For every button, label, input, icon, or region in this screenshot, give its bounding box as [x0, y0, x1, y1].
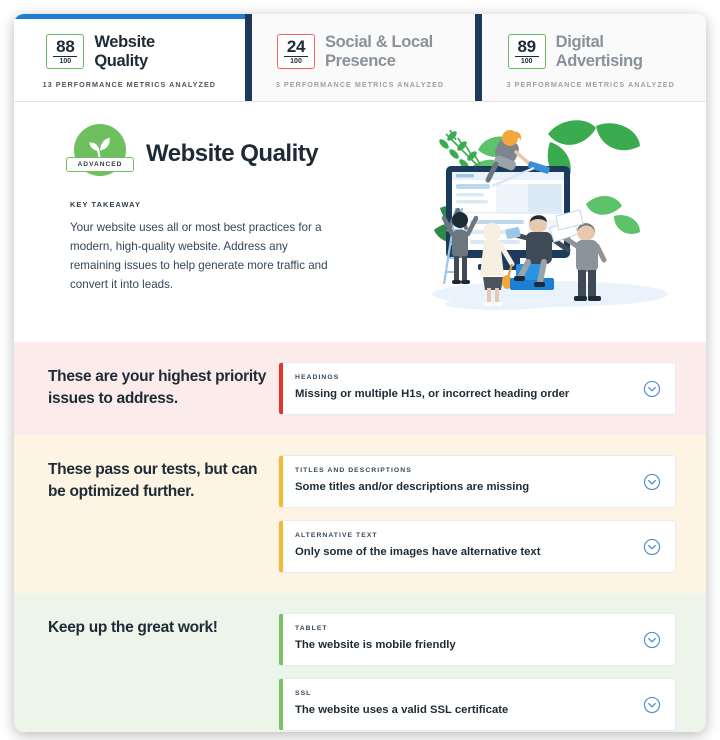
badge-label: ADVANCED [66, 157, 134, 172]
score-tab-bar: 88 100 Website Quality 13 PERFORMANCE ME… [14, 14, 706, 102]
issue-card[interactable]: HEADINGS Missing or multiple H1s, or inc… [278, 362, 676, 415]
issue-card[interactable]: SSL The website uses a valid SSL certifi… [278, 678, 676, 731]
score-divider [514, 55, 539, 58]
hero-left-column: ADVANCED Website Quality KEY TAKEAWAY Yo… [66, 124, 360, 342]
issue-card[interactable]: TITLES AND DESCRIPTIONS Some titles and/… [278, 455, 676, 508]
hero-illustration [432, 120, 668, 310]
severity-bar [279, 521, 283, 572]
issue-category: TITLES AND DESCRIPTIONS [295, 467, 412, 474]
section-card-list: TITLES AND DESCRIPTIONS Some titles and/… [278, 455, 676, 573]
section-can-be-optimized: These pass our tests, but can be optimiz… [14, 435, 706, 593]
chevron-down-circle-icon[interactable] [643, 473, 661, 491]
tab-subtitle: 3 PERFORMANCE METRICS ANALYZED [275, 79, 445, 89]
severity-bar [279, 614, 283, 665]
chevron-down-circle-icon[interactable] [643, 631, 661, 649]
issue-text: Missing or multiple H1s, or incorrect he… [295, 388, 570, 400]
score-denominator: 100 [59, 58, 72, 66]
score-denominator: 100 [290, 58, 302, 66]
active-tab-indicator [245, 14, 476, 19]
chevron-down-circle-icon[interactable] [643, 380, 661, 398]
tab-header: 24 100 Social & Local Presence [277, 33, 443, 71]
section-heading: These pass our tests, but can be optimiz… [48, 461, 258, 500]
issue-category: ALTERNATIVE TEXT [295, 532, 378, 539]
tab-subtitle: 3 PERFORMANCE METRICS ANALYZED [506, 79, 675, 89]
section-high-priority: These are your highest priority issues t… [14, 342, 706, 435]
tab-title: Digital Advertising [555, 32, 643, 70]
section-heading: Keep up the great work! [48, 619, 218, 636]
score-box: 89 100 [507, 33, 546, 70]
score-divider [53, 55, 78, 58]
issue-category: HEADINGS [295, 374, 340, 381]
hero-section: ADVANCED Website Quality KEY TAKEAWAY Yo… [14, 102, 706, 342]
page-title: Website Quality [146, 140, 319, 167]
tab-subtitle: 13 PERFORMANCE METRICS ANALYZED [42, 79, 217, 89]
tab-divider [244, 14, 252, 101]
severity-bar [279, 456, 283, 507]
score-divider [284, 55, 308, 58]
key-takeaway-body: Your website uses all or most best pract… [70, 221, 328, 291]
issue-card[interactable]: TABLET The website is mobile friendly [278, 613, 676, 666]
severity-bar [279, 679, 283, 730]
issue-text: Some titles and/or descriptions are miss… [295, 481, 530, 493]
advanced-badge: ADVANCED [66, 124, 134, 184]
issue-category: SSL [295, 690, 312, 697]
score-value: 89 [517, 36, 537, 56]
tab-divider [475, 14, 483, 101]
tab-social-local-presence[interactable]: 24 100 Social & Local Presence 3 PERFORM… [244, 14, 476, 101]
section-heading: These are your highest priority issues t… [48, 368, 267, 407]
badge-row: ADVANCED Website Quality [66, 124, 360, 184]
tab-header: 88 100 Website Quality [46, 33, 212, 71]
issue-category: TABLET [295, 625, 328, 632]
issue-text: The website uses a valid SSL certificate [295, 704, 509, 716]
tab-title: Social & Local Presence [325, 32, 433, 70]
section-card-list: HEADINGS Missing or multiple H1s, or inc… [278, 362, 676, 415]
report-page: 88 100 Website Quality 13 PERFORMANCE ME… [0, 0, 720, 740]
tab-website-quality[interactable]: 88 100 Website Quality 13 PERFORMANCE ME… [14, 14, 245, 101]
score-value: 88 [56, 36, 75, 56]
key-takeaway-label: KEY TAKEAWAY [70, 200, 141, 209]
score-box: 88 100 [46, 33, 85, 70]
tab-digital-advertising[interactable]: 89 100 Digital Advertising 3 PERFORMANCE… [475, 14, 706, 101]
score-box: 24 100 [277, 33, 315, 70]
score-denominator: 100 [520, 58, 533, 66]
tab-header: 89 100 Digital Advertising [507, 32, 674, 71]
score-value: 24 [286, 36, 306, 56]
section-passing: Keep up the great work! TABLET The websi… [14, 593, 706, 732]
report-card: 88 100 Website Quality 13 PERFORMANCE ME… [14, 14, 706, 732]
tab-title: Website Quality [94, 32, 155, 70]
severity-bar [279, 363, 283, 414]
issue-text: Only some of the images have alternative… [295, 546, 541, 558]
issue-text: The website is mobile friendly [295, 639, 456, 651]
active-tab-indicator [475, 14, 706, 19]
section-card-list: TABLET The website is mobile friendly SS… [278, 613, 676, 732]
chevron-down-circle-icon[interactable] [643, 538, 661, 556]
active-tab-indicator [14, 14, 245, 19]
issue-card[interactable]: ALTERNATIVE TEXT Only some of the images… [278, 520, 676, 573]
chevron-down-circle-icon[interactable] [643, 696, 661, 714]
